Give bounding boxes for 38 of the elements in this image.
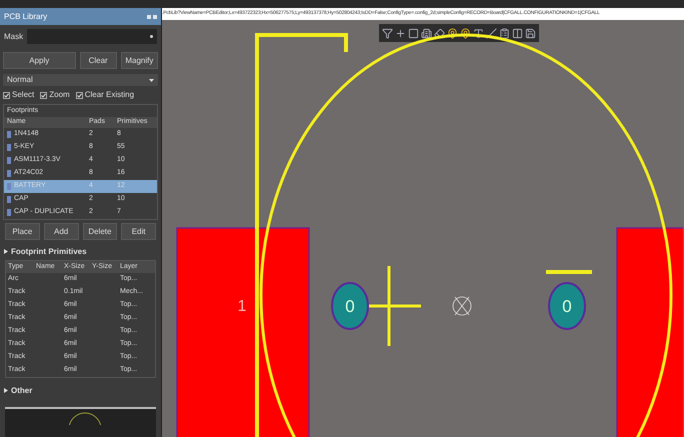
- toolbar-tool-icon[interactable]: [447, 28, 458, 38]
- toolbar-tool-icon[interactable]: [382, 28, 393, 38]
- section-header[interactable]: Other: [11, 384, 32, 396]
- toolbar-tool-icon[interactable]: [395, 28, 406, 38]
- panel-button[interactable]: Delete: [82, 223, 118, 240]
- toolbar-tool-icon[interactable]: [460, 28, 471, 38]
- panel-button[interactable]: Edit: [121, 223, 156, 240]
- panel-title: PCB Library: [4, 10, 48, 22]
- panel-button[interactable]: Add: [44, 223, 78, 240]
- panel-button[interactable]: Apply: [3, 52, 76, 69]
- expand-arrow-icon[interactable]: [4, 249, 8, 254]
- toolbar-tool-icon[interactable]: [473, 28, 484, 38]
- checkbox[interactable]: [76, 92, 83, 98]
- toolbar-tool-icon[interactable]: [512, 28, 523, 38]
- toolbar-tool-icon[interactable]: [434, 28, 445, 38]
- check-icon: [4, 92, 9, 98]
- mask-label: Mask: [4, 30, 24, 42]
- check-icon: [41, 92, 46, 98]
- expand-arrow-icon[interactable]: [4, 388, 8, 393]
- checkbox[interactable]: [3, 92, 10, 98]
- checkbox-label: Select: [12, 89, 34, 101]
- mode-dropdown[interactable]: Normal: [3, 74, 158, 86]
- section-header[interactable]: Footprint Primitives: [11, 246, 87, 258]
- checkbox-label: Zoom: [49, 89, 70, 101]
- checkbox[interactable]: [40, 92, 48, 98]
- toolbar-tool-icon[interactable]: [421, 28, 432, 38]
- mask-field[interactable]: [27, 29, 157, 44]
- toolbar-tool-icon[interactable]: [525, 28, 536, 38]
- toolbar-tool-icon[interactable]: [408, 28, 419, 38]
- toolbar-tool-icon[interactable]: [486, 28, 497, 38]
- panel-button[interactable]: Place: [5, 223, 40, 240]
- panel-button[interactable]: Magnify: [120, 52, 158, 69]
- panel-button[interactable]: Clear: [80, 52, 117, 69]
- toolbar-tool-icon[interactable]: [499, 28, 510, 38]
- dropdown-arrow-icon: [149, 78, 154, 82]
- check-icon: [76, 92, 82, 98]
- panel-controls-icon[interactable]: [147, 14, 157, 18]
- checkbox-label: Clear Existing: [84, 89, 134, 101]
